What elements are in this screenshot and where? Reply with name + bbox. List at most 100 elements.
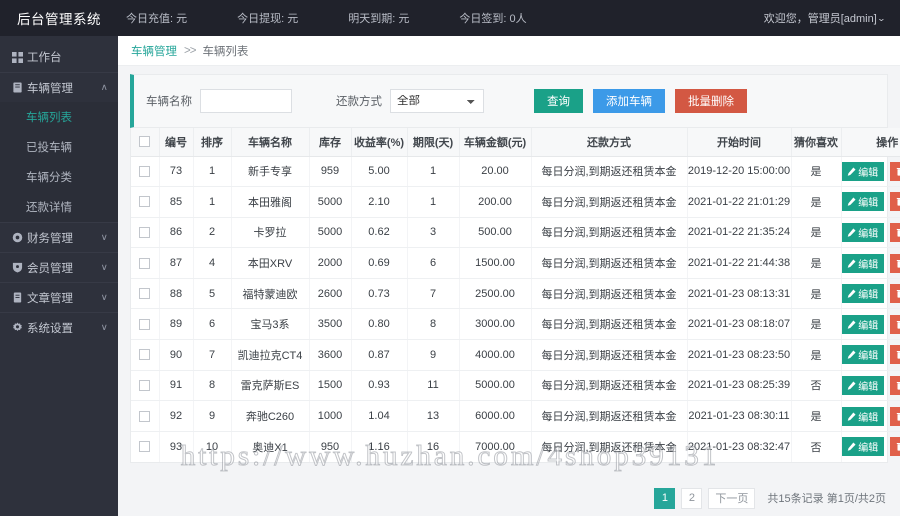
user-menu[interactable]: 欢迎您，管理员[admin]⌄ (764, 10, 886, 26)
delete-button[interactable]: 删除 (890, 406, 900, 426)
row-checkbox-cell (131, 400, 160, 432)
sidebar-item-vehicle-categories[interactable]: 车辆分类 (0, 162, 118, 192)
row-checkbox[interactable] (139, 410, 151, 422)
header-term: 期限(天) (407, 128, 460, 157)
sidebar-item-vehicle-list[interactable]: 车辆列表 (0, 102, 118, 132)
cell-rate: 0.62 (351, 217, 408, 249)
delete-button[interactable]: 删除 (890, 345, 900, 365)
cell-operations: 编辑删除 (841, 308, 900, 341)
cell-operations: 编辑删除 (841, 400, 900, 432)
sidebar-item-invested-vehicles[interactable]: 已投车辆 (0, 132, 118, 162)
edit-button[interactable]: 编辑 (841, 222, 885, 242)
cell-sort: 1 (193, 156, 232, 188)
cell-repayment: 每日分润,到期返还租赁本金 (531, 217, 688, 249)
sidebar-item-member-management[interactable]: 会员管理 ∨ (0, 252, 118, 282)
edit-button[interactable]: 编辑 (841, 406, 885, 426)
row-checkbox[interactable] (139, 165, 151, 177)
cell-stock: 959 (309, 156, 352, 188)
delete-button[interactable]: 删除 (890, 192, 900, 212)
cell-vehicle-name: 新手专享 (231, 156, 310, 188)
table-row: 73 1 新手专享 959 5.00 1 20.00 每日分润,到期返还租赁本金 2019-12… (131, 156, 900, 188)
table-header: 编号 排序 车辆名称 库存 收益率(%) 期限(天) 车辆金额(元) 还款方式 … (131, 128, 900, 157)
row-checkbox[interactable] (139, 441, 151, 453)
sidebar-item-system-settings[interactable]: 系统设置 ∨ (0, 312, 118, 342)
cell-recommended: 是 (791, 278, 842, 310)
edit-button-label: 编辑 (858, 290, 879, 302)
delete-button[interactable]: 删除 (890, 375, 900, 395)
cell-amount: 2500.00 (459, 278, 532, 310)
delete-button[interactable]: 删除 (890, 284, 900, 304)
edit-button[interactable]: 编辑 (841, 437, 885, 457)
delete-button[interactable]: 删除 (890, 437, 900, 457)
header-sort: 排序 (193, 128, 232, 157)
chevron-down-icon: ⌄ (876, 14, 886, 24)
edit-button[interactable]: 编辑 (841, 192, 885, 212)
cell-term: 7 (407, 278, 460, 310)
delete-button[interactable]: 删除 (890, 253, 900, 273)
cell-term: 16 (407, 431, 460, 462)
edit-button[interactable]: 编辑 (841, 284, 885, 304)
header-amount: 车辆金额(元) (459, 128, 532, 157)
row-checkbox-cell (131, 217, 160, 249)
add-vehicle-button[interactable]: 添加车辆 (593, 89, 665, 113)
row-checkbox-cell (131, 278, 160, 310)
table-row: 87 4 本田XRV 2000 0.69 6 1500.00 每日分润,到期返还租赁本金 202… (131, 247, 900, 279)
edit-button[interactable]: 编辑 (841, 345, 885, 365)
vehicle-table-wrapper: 编号 排序 车辆名称 库存 收益率(%) 期限(天) 车辆金额(元) 还款方式 … (130, 128, 900, 463)
delete-button[interactable]: 删除 (890, 222, 900, 242)
cell-rate: 2.10 (351, 186, 408, 218)
next-page-button[interactable]: 下一页 (708, 487, 756, 509)
edit-button[interactable]: 编辑 (841, 314, 885, 334)
sidebar-item-article-management-label: 文章管理 (27, 292, 73, 305)
cell-recommended: 否 (791, 370, 842, 402)
sidebar-item-finance-management[interactable]: 财务管理 ∨ (0, 222, 118, 252)
row-checkbox[interactable] (139, 380, 151, 392)
delete-button[interactable]: 删除 (890, 314, 900, 334)
row-checkbox[interactable] (139, 288, 151, 300)
cell-amount: 200.00 (459, 186, 532, 218)
edit-button-label: 编辑 (858, 167, 879, 179)
table-row: 88 5 福特蒙迪欧 2600 0.73 7 2500.00 每日分润,到期返还租赁本金 202… (131, 278, 900, 310)
sidebar-item-workbench-label: 工作台 (27, 52, 62, 64)
repayment-method-select[interactable]: 全部 (390, 89, 484, 113)
batch-delete-button[interactable]: 批量删除 (675, 89, 747, 113)
cell-rate: 0.69 (351, 247, 408, 279)
header-operations: 操作 (841, 128, 900, 157)
sidebar-item-article-management[interactable]: 文章管理 ∨ (0, 282, 118, 312)
delete-button[interactable]: 删除 (890, 161, 900, 181)
cell-vehicle-name: 本田XRV (231, 247, 310, 279)
cell-operations: 编辑删除 (841, 247, 900, 279)
vehicle-name-input[interactable] (200, 89, 292, 113)
row-checkbox[interactable] (139, 318, 151, 330)
cell-id: 85 (159, 186, 194, 218)
breadcrumb-parent[interactable]: 车辆管理 (131, 43, 177, 59)
cell-rate: 0.73 (351, 278, 408, 310)
cell-id: 87 (159, 247, 194, 279)
edit-button[interactable]: 编辑 (841, 161, 885, 181)
main-area: 车辆管理 >> 车辆列表 车辆名称 还款方式 全部 查询 添加车辆 批量删除 编… (118, 36, 900, 516)
page-1-button[interactable]: 1 (654, 487, 676, 509)
book-icon (12, 82, 27, 93)
repayment-method-label: 还款方式 (336, 96, 382, 108)
page-2-button[interactable]: 2 (681, 487, 703, 509)
cell-sort: 2 (193, 217, 232, 249)
edit-button[interactable]: 编辑 (841, 253, 885, 273)
cell-start-time: 2021-01-22 21:01:29 (687, 186, 792, 218)
row-checkbox[interactable] (139, 349, 151, 361)
breadcrumb-current: 车辆列表 (202, 45, 249, 58)
sidebar-item-vehicle-management[interactable]: 车辆管理 ∧ (0, 72, 118, 102)
edit-button[interactable]: 编辑 (841, 375, 885, 395)
cell-id: 93 (159, 431, 194, 462)
chevron-down-icon: ∨ (101, 232, 109, 242)
table-row: 86 2 卡罗拉 5000 0.62 3 500.00 每日分润,到期返还租赁本金 2021-0… (131, 217, 900, 249)
search-button[interactable]: 查询 (534, 89, 583, 113)
select-all-checkbox[interactable] (139, 136, 151, 148)
sidebar-item-workbench[interactable]: 工作台 (0, 42, 118, 72)
table-row: 90 7 凯迪拉克CT4 3600 0.87 9 4000.00 每日分润,到期返还租赁本金 2… (131, 339, 900, 371)
edit-button-label: 编辑 (858, 443, 879, 455)
row-checkbox[interactable] (139, 227, 151, 239)
sidebar-item-repayment-details[interactable]: 还款详情 (0, 192, 118, 222)
cell-term: 9 (407, 339, 460, 371)
row-checkbox[interactable] (139, 257, 151, 269)
row-checkbox[interactable] (139, 196, 151, 208)
